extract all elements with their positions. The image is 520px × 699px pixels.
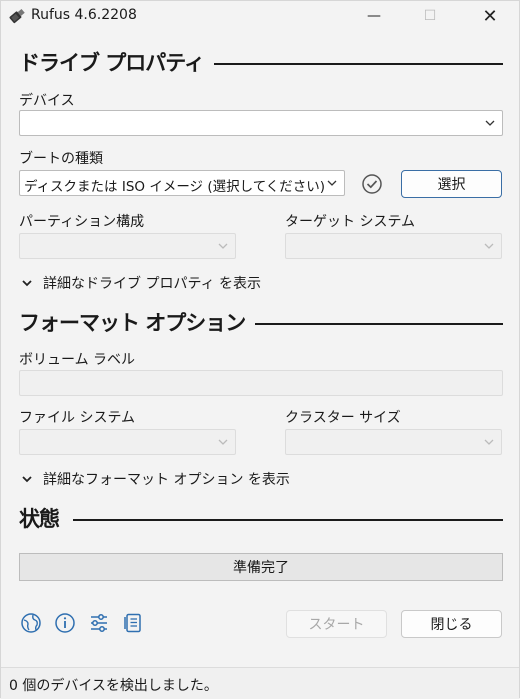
section-divider: [214, 63, 503, 65]
window-title: Rufus 4.6.2208: [31, 7, 137, 23]
device-label: デバイス: [19, 93, 75, 109]
chevron-down-icon: [484, 439, 494, 445]
chevron-down-icon: [327, 180, 337, 186]
target-system-dropdown[interactable]: [285, 233, 502, 259]
rufus-window: Rufus 4.6.2208 — ☐ ✕ ドライブ プロパティ デバイス ブート…: [0, 0, 520, 699]
partition-scheme-dropdown[interactable]: [19, 233, 236, 259]
advanced-drive-properties-toggle[interactable]: 詳細なドライブ プロパティ を表示: [21, 273, 261, 293]
drive-properties-heading: ドライブ プロパティ: [19, 51, 205, 75]
close-button-label: 閉じる: [430, 617, 473, 633]
chevron-down-icon: [218, 243, 228, 249]
select-image-button[interactable]: 選択: [401, 170, 502, 198]
usb-drive-icon: [9, 8, 25, 24]
maximize-button[interactable]: ☐: [407, 1, 453, 31]
cluster-size-dropdown[interactable]: [285, 429, 502, 455]
status-heading: 状態: [19, 507, 60, 531]
section-divider: [255, 323, 503, 325]
globe-icon[interactable]: [20, 612, 42, 634]
close-button[interactable]: 閉じる: [401, 610, 502, 638]
boot-type-value: ディスクまたは ISO イメージ (選択してください): [24, 179, 326, 195]
close-icon: ✕: [482, 5, 498, 27]
format-options-heading: フォーマット オプション: [19, 311, 246, 335]
volume-label-input[interactable]: [19, 370, 503, 396]
cluster-size-label: クラスター サイズ: [285, 410, 401, 426]
chevron-down-icon: [22, 476, 32, 483]
boot-type-dropdown[interactable]: ディスクまたは ISO イメージ (選択してください): [19, 170, 345, 196]
start-button[interactable]: スタート: [286, 610, 387, 638]
device-dropdown[interactable]: [19, 110, 503, 136]
advanced-format-options-label: 詳細なフォーマット オプション を表示: [43, 472, 290, 488]
volume-label-label: ボリューム ラベル: [19, 352, 136, 368]
status-header: 状態: [19, 503, 503, 533]
chevron-down-icon: [485, 120, 495, 126]
status-bar-text: 0 個のデバイスを検出しました。: [9, 678, 218, 694]
format-options-header: フォーマット オプション: [19, 307, 503, 337]
target-system-label: ターゲット システム: [285, 214, 416, 230]
close-window-button[interactable]: ✕: [467, 1, 513, 31]
log-icon[interactable]: [122, 612, 144, 634]
start-button-label: スタート: [308, 617, 365, 633]
section-divider: [73, 519, 503, 521]
maximize-icon: ☐: [423, 8, 437, 24]
settings-sliders-icon[interactable]: [88, 612, 110, 634]
select-button-label: 選択: [437, 177, 466, 193]
chevron-down-icon: [22, 280, 32, 287]
minimize-button[interactable]: —: [351, 1, 397, 31]
progress-text: 準備完了: [233, 560, 289, 576]
checksum-icon[interactable]: [360, 172, 384, 196]
partition-scheme-label: パーティション構成: [19, 214, 145, 230]
status-bar: 0 個のデバイスを検出しました。: [1, 667, 519, 699]
file-system-label: ファイル システム: [19, 410, 136, 426]
drive-properties-header: ドライブ プロパティ: [19, 47, 503, 77]
advanced-format-options-toggle[interactable]: 詳細なフォーマット オプション を表示: [21, 469, 290, 489]
title-bar: Rufus 4.6.2208 — ☐ ✕: [1, 1, 519, 31]
progress-bar: 準備完了: [19, 553, 503, 581]
advanced-drive-properties-label: 詳細なドライブ プロパティ を表示: [43, 276, 262, 292]
minimize-icon: —: [367, 8, 381, 24]
info-icon[interactable]: [54, 612, 76, 634]
file-system-dropdown[interactable]: [19, 429, 236, 455]
chevron-down-icon: [484, 243, 494, 249]
chevron-down-icon: [218, 439, 228, 445]
boot-type-label: ブートの種類: [19, 151, 103, 167]
main-panel: ドライブ プロパティ デバイス ブートの種類 ディスクまたは ISO イメージ …: [1, 31, 519, 667]
